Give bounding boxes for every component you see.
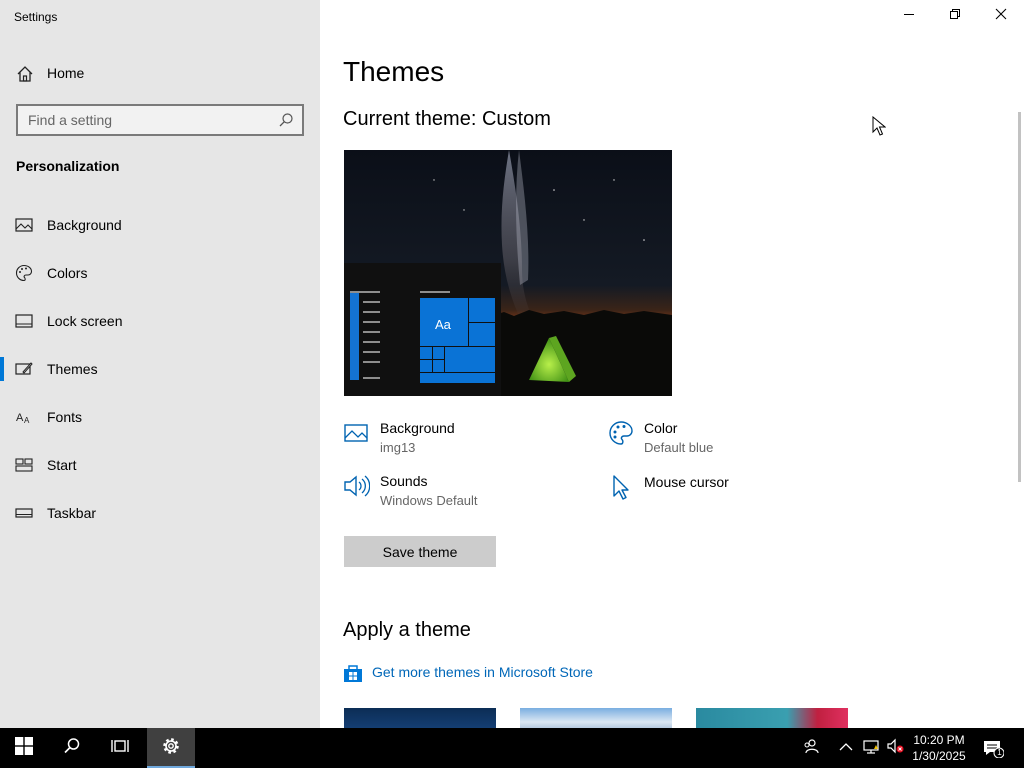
action-center-button[interactable]: 1 xyxy=(978,728,1008,768)
color-label: Color xyxy=(644,420,678,436)
sidebar-item-taskbar[interactable]: Taskbar xyxy=(0,493,320,533)
fonts-icon: AA xyxy=(15,408,33,426)
restore-button[interactable] xyxy=(932,0,978,32)
mouse-cursor-setting[interactable]: Mouse cursor xyxy=(608,474,808,504)
windows-logo-icon xyxy=(15,736,33,760)
sounds-label: Sounds xyxy=(380,473,428,489)
store-link-label: Get more themes in Microsoft Store xyxy=(372,664,593,680)
start-button[interactable] xyxy=(0,728,48,768)
search-placeholder: Find a setting xyxy=(28,112,113,128)
search-input[interactable]: Find a setting xyxy=(16,104,304,136)
palette-icon xyxy=(608,420,634,446)
sidebar-item-fonts[interactable]: AA Fonts xyxy=(0,397,320,437)
network-icon xyxy=(862,737,880,760)
close-button[interactable] xyxy=(978,0,1024,32)
notification-count: 1 xyxy=(997,748,1002,757)
sidebar-item-label: Start xyxy=(47,457,77,473)
picture-icon xyxy=(344,420,370,446)
sidebar-item-label: Colors xyxy=(47,265,88,281)
mouse-pointer-icon xyxy=(872,115,887,136)
theme-thumbnail[interactable] xyxy=(344,708,496,728)
taskbar-icon xyxy=(15,504,33,522)
search-icon[interactable] xyxy=(278,112,294,128)
taskbar-clock[interactable]: 10:20 PM 1/30/2025 xyxy=(906,732,972,764)
mouse-pointer-icon xyxy=(608,474,634,500)
theme-thumbnail[interactable] xyxy=(520,708,672,728)
sidebar-item-home[interactable]: Home xyxy=(0,56,320,90)
sidebar-item-label: Lock screen xyxy=(47,313,123,329)
svg-text:A: A xyxy=(24,416,30,425)
task-view-button[interactable] xyxy=(96,728,144,768)
people-button[interactable] xyxy=(798,728,824,768)
preview-tile-label: Aa xyxy=(435,317,451,332)
sidebar-item-start[interactable]: Start xyxy=(0,445,320,485)
background-label: Background xyxy=(380,420,455,436)
search-icon xyxy=(63,737,81,760)
network-button[interactable] xyxy=(860,728,882,768)
home-icon xyxy=(16,65,34,83)
clock-date: 1/30/2025 xyxy=(912,749,966,763)
start-icon xyxy=(15,456,33,474)
minimize-button[interactable] xyxy=(886,0,932,32)
sidebar: Settings Home Find a setting Personaliza… xyxy=(0,0,320,728)
show-hidden-icons-button[interactable] xyxy=(836,728,856,768)
restore-icon xyxy=(949,7,961,25)
theme-thumbnail[interactable] xyxy=(696,708,848,728)
sidebar-item-label: Background xyxy=(47,217,122,233)
section-title: Personalization xyxy=(16,158,120,174)
taskbar: 10:20 PM 1/30/2025 1 xyxy=(0,728,1024,768)
theme-preview-image xyxy=(344,150,672,396)
background-setting[interactable]: Background img13 xyxy=(344,420,544,460)
search-button[interactable] xyxy=(48,728,96,768)
volume-button[interactable] xyxy=(884,728,906,768)
sidebar-item-colors[interactable]: Colors xyxy=(0,253,320,293)
color-value: Default blue xyxy=(644,440,714,455)
sidebar-item-label: Fonts xyxy=(47,409,83,425)
sidebar-item-label: Home xyxy=(47,65,85,81)
task-view-icon xyxy=(111,737,129,760)
close-icon xyxy=(995,7,1007,25)
current-theme-heading: Current theme: Custom xyxy=(343,108,551,130)
window-title: Settings xyxy=(14,10,58,24)
sidebar-item-label: Taskbar xyxy=(47,505,97,521)
page-title: Themes xyxy=(343,56,445,87)
chevron-up-icon xyxy=(839,739,853,757)
scrollbar[interactable] xyxy=(1018,112,1021,482)
settings-taskbar-button[interactable] xyxy=(147,728,195,768)
apply-theme-heading: Apply a theme xyxy=(343,619,471,641)
sidebar-item-lock-screen[interactable]: Lock screen xyxy=(0,301,320,341)
sounds-value: Windows Default xyxy=(380,493,478,508)
background-value: img13 xyxy=(380,440,416,455)
notification-icon: 1 xyxy=(982,738,1005,759)
store-themes-link[interactable]: Get more themes in Microsoft Store xyxy=(343,662,603,684)
gear-icon xyxy=(161,736,181,761)
picture-icon xyxy=(15,216,33,234)
palette-icon xyxy=(15,264,33,282)
mouse-cursor-label: Mouse cursor xyxy=(644,474,729,490)
sounds-setting[interactable]: Sounds Windows Default xyxy=(344,473,544,513)
lock-screen-icon xyxy=(15,312,33,330)
clock-time: 10:20 PM xyxy=(913,733,965,747)
sidebar-item-background[interactable]: Background xyxy=(0,205,320,245)
volume-muted-icon xyxy=(886,737,904,760)
store-icon xyxy=(343,663,363,683)
theme-preview: Aa xyxy=(344,150,672,396)
minimize-icon xyxy=(903,7,915,25)
color-setting[interactable]: Color Default blue xyxy=(608,420,808,460)
sidebar-item-themes[interactable]: Themes xyxy=(0,349,320,389)
brush-icon xyxy=(15,360,33,378)
svg-text:A: A xyxy=(16,412,24,424)
speaker-icon xyxy=(344,473,371,499)
people-icon xyxy=(802,737,820,760)
save-theme-button[interactable]: Save theme xyxy=(344,536,496,567)
sidebar-item-label: Themes xyxy=(47,361,98,377)
